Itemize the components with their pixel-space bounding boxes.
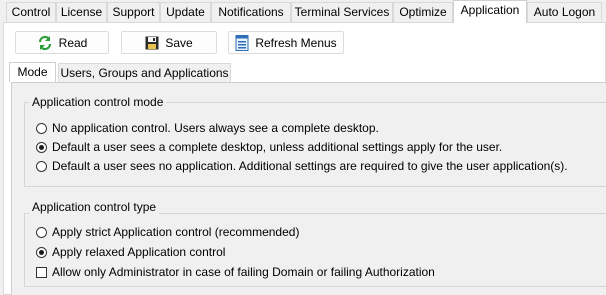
tab-control[interactable]: Control: [6, 2, 56, 22]
refresh-arrows-icon: [38, 35, 51, 50]
type-option-label: Apply relaxed Application control: [52, 245, 226, 259]
tab-auto-logon[interactable]: Auto Logon: [527, 2, 602, 22]
tab-license[interactable]: License: [56, 2, 107, 22]
subtab-mode[interactable]: Mode: [9, 62, 56, 82]
save-button[interactable]: Save: [121, 31, 217, 54]
mode-option-label: Default a user sees no application. Addi…: [52, 159, 568, 173]
read-label: Read: [58, 35, 88, 50]
tab-terminal-services[interactable]: Terminal Services: [291, 2, 393, 22]
menu-list-icon: [235, 34, 249, 51]
allow-admin-checkbox-row[interactable]: Allow only Administrator in case of fail…: [36, 265, 435, 279]
read-button[interactable]: Read: [15, 31, 109, 54]
type-option-relaxed[interactable]: Apply relaxed Application control: [36, 245, 225, 259]
floppy-disk-icon: [145, 36, 159, 49]
radio-button[interactable]: [36, 246, 47, 258]
type-option-strict[interactable]: Apply strict Application control (recomm…: [36, 225, 299, 239]
mode-option-complete-desktop[interactable]: Default a user sees a complete desktop, …: [36, 140, 502, 154]
mode-option-no-control[interactable]: No application control. Users always see…: [36, 121, 379, 135]
mode-option-label: Default a user sees a complete desktop, …: [52, 140, 503, 154]
tab-update[interactable]: Update: [160, 2, 211, 22]
application-control-type-title: Application control type: [29, 200, 160, 214]
radio-button[interactable]: [36, 226, 47, 238]
main-tab-strip: Control License Support Update Notificat…: [0, 0, 606, 23]
save-label: Save: [165, 35, 193, 50]
radio-button[interactable]: [36, 122, 47, 134]
refresh-menus-label: Refresh Menus: [255, 35, 337, 50]
application-control-mode-title: Application control mode: [29, 95, 167, 109]
checkbox[interactable]: [36, 266, 47, 278]
mode-option-no-application[interactable]: Default a user sees no application. Addi…: [36, 159, 568, 173]
radio-button[interactable]: [36, 160, 47, 172]
subtab-users-groups-applications[interactable]: Users, Groups and Applications: [58, 63, 231, 83]
refresh-menus-button[interactable]: Refresh Menus: [228, 31, 344, 54]
radio-button[interactable]: [36, 141, 47, 153]
allow-admin-label: Allow only Administrator in case of fail…: [52, 265, 435, 279]
tab-optimize[interactable]: Optimize: [393, 2, 453, 22]
tab-notifications[interactable]: Notifications: [211, 2, 291, 22]
tab-support[interactable]: Support: [107, 2, 160, 22]
mode-option-label: No application control. Users always see…: [52, 121, 379, 135]
tab-application[interactable]: Application: [453, 0, 527, 23]
type-option-label: Apply strict Application control (recomm…: [52, 225, 300, 239]
